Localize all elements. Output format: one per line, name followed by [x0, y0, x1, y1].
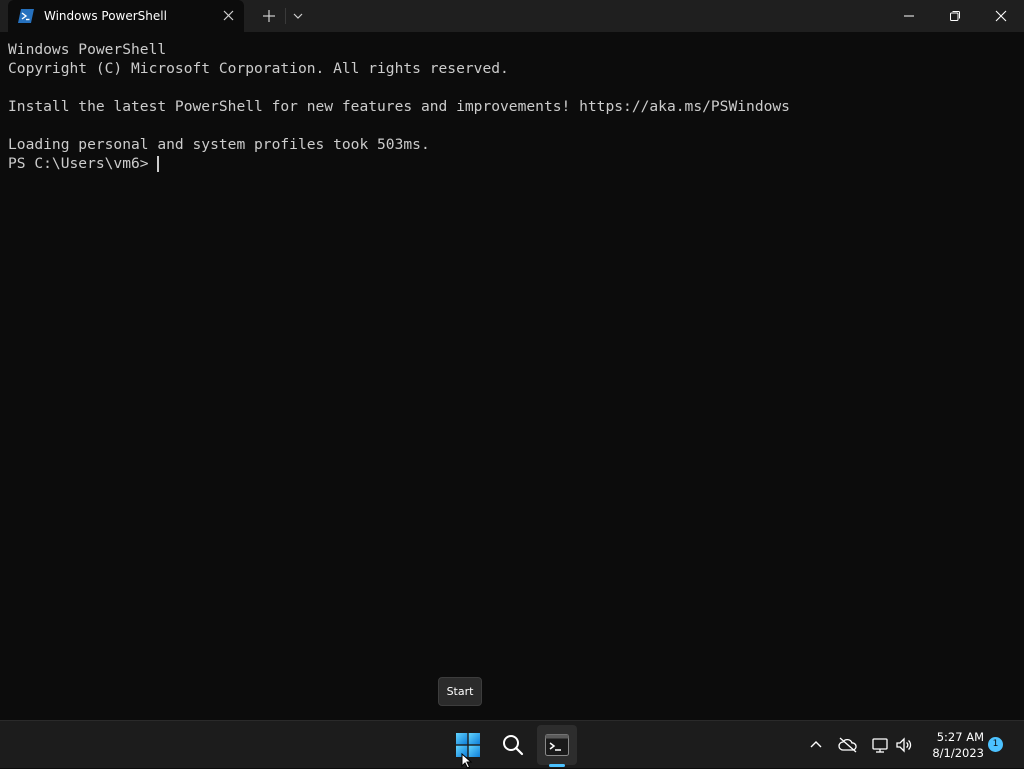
minimize-button[interactable]: [886, 0, 932, 32]
active-app-indicator: [549, 764, 565, 767]
tab-title: Windows PowerShell: [44, 9, 167, 23]
chevron-up-icon: [810, 741, 822, 748]
clock-time: 5:27 AM: [936, 730, 984, 744]
terminal-icon: [545, 734, 569, 756]
network-icon: [872, 738, 888, 753]
clock-date: 8/1/2023: [932, 746, 984, 760]
tab-windows-powershell[interactable]: Windows PowerShell: [8, 0, 244, 32]
taskbar-terminal-button[interactable]: [537, 725, 577, 765]
mouse-pointer-icon: [461, 753, 473, 769]
onedrive-button[interactable]: [838, 735, 858, 755]
clock[interactable]: 5:27 AM 8/1/2023: [922, 729, 984, 761]
restore-button[interactable]: [932, 0, 978, 32]
prompt-line[interactable]: PS C:\Users\vm6>: [8, 154, 1016, 173]
volume-icon: [896, 737, 912, 753]
close-icon: [223, 10, 233, 21]
search-icon: [503, 735, 524, 756]
volume-button[interactable]: [894, 735, 914, 755]
search-button[interactable]: [493, 725, 533, 765]
network-button[interactable]: [870, 735, 890, 755]
terminal-line: Windows PowerShell: [8, 41, 167, 58]
terminal-line: Install the latest PowerShell for new fe…: [8, 98, 790, 115]
terminal-line: Copyright (C) Microsoft Corporation. All…: [8, 60, 509, 77]
minimize-icon: [904, 15, 914, 17]
cloud-offline-icon: [838, 737, 857, 753]
title-bar: Windows PowerShell: [0, 0, 1024, 32]
terminal-line: Loading personal and system profiles too…: [8, 136, 430, 153]
powershell-icon: [18, 9, 34, 23]
start-tooltip: Start: [438, 677, 482, 706]
tab-dropdown-button[interactable]: [291, 9, 305, 23]
taskbar: 5:27 AM 8/1/2023: [0, 720, 1024, 768]
tab-separator: [285, 8, 286, 24]
text-cursor: [156, 155, 159, 172]
prompt-text: PS C:\Users\vm6>: [8, 155, 149, 172]
new-tab-button[interactable]: [260, 7, 278, 25]
close-window-button[interactable]: [978, 0, 1024, 32]
close-tab-button[interactable]: [220, 8, 236, 24]
notification-badge[interactable]: 1: [988, 737, 1003, 752]
show-hidden-icons-button[interactable]: [806, 735, 826, 755]
restore-icon: [950, 11, 960, 21]
close-icon: [995, 10, 1007, 22]
terminal-output[interactable]: Windows PowerShell Copyright (C) Microso…: [0, 32, 1024, 720]
